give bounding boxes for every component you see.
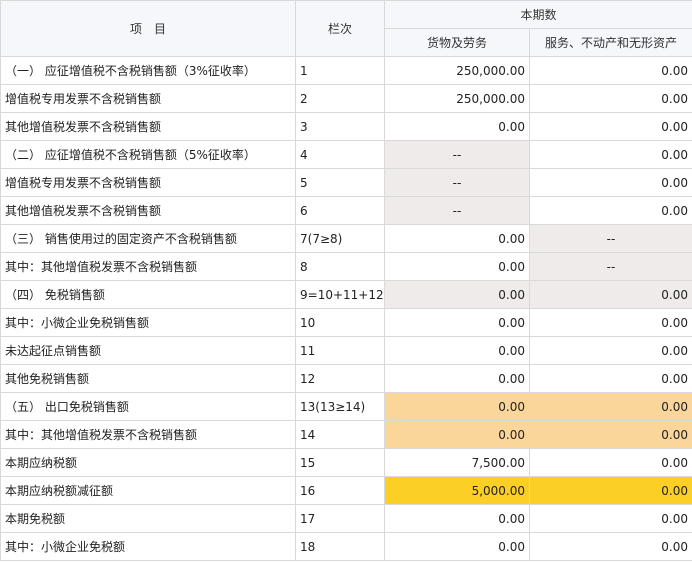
row-item-label: 其中：小微企业免税额 bbox=[0, 532, 296, 561]
goods-amount-field[interactable]: 0.00 bbox=[384, 364, 530, 393]
row-item-label: （三） 销售使用过的固定资产不含税销售额 bbox=[0, 224, 296, 253]
goods-amount-disabled: -- bbox=[384, 140, 530, 169]
table-row: （二） 应征增值税不含税销售额（5%征收率） 4 -- 0.00 bbox=[0, 140, 692, 169]
services-amount-field[interactable]: 0.00 bbox=[528, 56, 692, 85]
row-code: 14 bbox=[295, 420, 385, 449]
row-code: 5 bbox=[295, 168, 385, 197]
table-row: 本期免税额 17 0.00 0.00 bbox=[0, 504, 692, 533]
services-amount-highlighted[interactable]: 0.00 bbox=[528, 420, 692, 449]
services-amount-highlighted[interactable]: 0.00 bbox=[528, 476, 692, 505]
goods-amount-field[interactable]: 0.00 bbox=[384, 112, 530, 141]
services-amount-field[interactable]: 0.00 bbox=[528, 504, 692, 533]
goods-amount-field[interactable]: 0.00 bbox=[384, 504, 530, 533]
row-item-label: 其他增值税发票不含税销售额 bbox=[0, 112, 296, 141]
table-row: 未达起征点销售额 11 0.00 0.00 bbox=[0, 336, 692, 365]
row-item-label: （二） 应征增值税不含税销售额（5%征收率） bbox=[0, 140, 296, 169]
services-amount-field[interactable]: 0.00 bbox=[528, 308, 692, 337]
row-code: 16 bbox=[295, 476, 385, 505]
row-code: 13(13≥14) bbox=[295, 392, 385, 421]
row-item-label: 其他免税销售额 bbox=[0, 364, 296, 393]
row-item-label: （一） 应征增值税不含税销售额（3%征收率） bbox=[0, 56, 296, 85]
table-row: 其中：其他增值税发票不含税销售额 8 0.00 -- bbox=[0, 252, 692, 281]
services-amount-computed: 0.00 bbox=[528, 280, 692, 309]
table-row: 其中：小微企业免税额 18 0.00 0.00 bbox=[0, 532, 692, 561]
table-row: 本期应纳税额 15 7,500.00 0.00 bbox=[0, 448, 692, 477]
header-goods: 货物及劳务 bbox=[384, 28, 530, 57]
table-row: 其中：其他增值税发票不含税销售额 14 0.00 0.00 bbox=[0, 420, 692, 449]
goods-amount-disabled: -- bbox=[384, 168, 530, 197]
table-row: （四） 免税销售额 9=10+11+12 0.00 0.00 bbox=[0, 280, 692, 309]
row-item-label: （四） 免税销售额 bbox=[0, 280, 296, 309]
services-amount-field[interactable]: 0.00 bbox=[528, 196, 692, 225]
goods-amount-field[interactable]: 0.00 bbox=[384, 252, 530, 281]
services-amount-field[interactable]: 0.00 bbox=[528, 168, 692, 197]
row-code: 11 bbox=[295, 336, 385, 365]
row-item-label: （五） 出口免税销售额 bbox=[0, 392, 296, 421]
services-amount-field[interactable]: 0.00 bbox=[528, 112, 692, 141]
table-row: （五） 出口免税销售额 13(13≥14) 0.00 0.00 bbox=[0, 392, 692, 421]
row-item-label: 本期应纳税额 bbox=[0, 448, 296, 477]
row-item-label: 本期免税额 bbox=[0, 504, 296, 533]
goods-amount-highlighted[interactable]: 0.00 bbox=[384, 392, 530, 421]
goods-amount-field[interactable]: 7,500.00 bbox=[384, 448, 530, 477]
goods-amount-computed: 0.00 bbox=[384, 280, 530, 309]
services-amount-field[interactable]: 0.00 bbox=[528, 532, 692, 561]
table-row: 本期应纳税额减征额 16 5,000.00 0.00 bbox=[0, 476, 692, 505]
row-code: 17 bbox=[295, 504, 385, 533]
row-code: 9=10+11+12 bbox=[295, 280, 385, 309]
table-row: （一） 应征增值税不含税销售额（3%征收率） 1 250,000.00 0.00 bbox=[0, 56, 692, 85]
table-row: 其中：小微企业免税销售额 10 0.00 0.00 bbox=[0, 308, 692, 337]
goods-amount-field[interactable]: 0.00 bbox=[384, 224, 530, 253]
row-item-label: 未达起征点销售额 bbox=[0, 336, 296, 365]
row-item-label: 本期应纳税额减征额 bbox=[0, 476, 296, 505]
goods-amount-field[interactable]: 0.00 bbox=[384, 336, 530, 365]
vat-declaration-table: 项 目 栏次 本期数 货物及劳务 服务、不动产和无形资产 （一） 应征增值税不含… bbox=[0, 0, 692, 561]
row-code: 15 bbox=[295, 448, 385, 477]
services-amount-disabled: -- bbox=[528, 252, 692, 281]
header-services: 服务、不动产和无形资产 bbox=[528, 28, 692, 57]
goods-amount-field[interactable]: 0.00 bbox=[384, 532, 530, 561]
row-item-label: 其中：其他增值税发票不含税销售额 bbox=[0, 420, 296, 449]
goods-amount-field[interactable]: 250,000.00 bbox=[384, 84, 530, 113]
row-item-label: 增值税专用发票不含税销售额 bbox=[0, 84, 296, 113]
header-current-period: 本期数 bbox=[383, 0, 692, 29]
table-row: （三） 销售使用过的固定资产不含税销售额 7(7≥8) 0.00 -- bbox=[0, 224, 692, 253]
services-amount-field[interactable]: 0.00 bbox=[528, 364, 692, 393]
row-code: 12 bbox=[295, 364, 385, 393]
goods-amount-disabled: -- bbox=[384, 196, 530, 225]
row-code: 3 bbox=[295, 112, 385, 141]
table-row: 其他增值税发票不含税销售额 3 0.00 0.00 bbox=[0, 112, 692, 141]
header-column-no: 栏次 bbox=[295, 0, 385, 57]
row-item-label: 其中：小微企业免税销售额 bbox=[0, 308, 296, 337]
services-amount-disabled: -- bbox=[528, 224, 692, 253]
table-row: 增值税专用发票不含税销售额 5 -- 0.00 bbox=[0, 168, 692, 197]
row-item-label: 增值税专用发票不含税销售额 bbox=[0, 168, 296, 197]
goods-amount-highlighted[interactable]: 5,000.00 bbox=[384, 476, 530, 505]
row-code: 4 bbox=[295, 140, 385, 169]
services-amount-highlighted[interactable]: 0.00 bbox=[528, 392, 692, 421]
row-code: 18 bbox=[295, 532, 385, 561]
row-code: 10 bbox=[295, 308, 385, 337]
row-code: 2 bbox=[295, 84, 385, 113]
row-code: 6 bbox=[295, 196, 385, 225]
services-amount-field[interactable]: 0.00 bbox=[528, 84, 692, 113]
services-amount-field[interactable]: 0.00 bbox=[528, 140, 692, 169]
goods-amount-field[interactable]: 0.00 bbox=[384, 308, 530, 337]
header-item: 项 目 bbox=[0, 0, 296, 57]
goods-amount-highlighted[interactable]: 0.00 bbox=[384, 420, 530, 449]
table-row: 其他免税销售额 12 0.00 0.00 bbox=[0, 364, 692, 393]
row-code: 7(7≥8) bbox=[295, 224, 385, 253]
row-item-label: 其中：其他增值税发票不含税销售额 bbox=[0, 252, 296, 281]
row-code: 8 bbox=[295, 252, 385, 281]
goods-amount-field[interactable]: 250,000.00 bbox=[384, 56, 530, 85]
row-code: 1 bbox=[295, 56, 385, 85]
table-row: 增值税专用发票不含税销售额 2 250,000.00 0.00 bbox=[0, 84, 692, 113]
services-amount-field[interactable]: 0.00 bbox=[528, 448, 692, 477]
row-item-label: 其他增值税发票不含税销售额 bbox=[0, 196, 296, 225]
table-row: 其他增值税发票不含税销售额 6 -- 0.00 bbox=[0, 196, 692, 225]
services-amount-field[interactable]: 0.00 bbox=[528, 336, 692, 365]
